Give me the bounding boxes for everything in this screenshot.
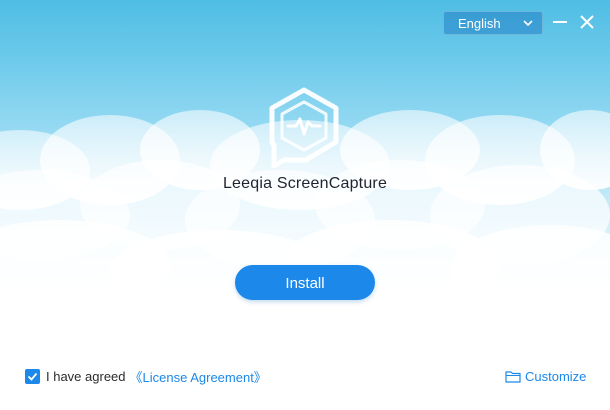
agreement-row: I have agreed 《License Agreement》 — [25, 367, 267, 386]
close-icon[interactable] — [577, 12, 597, 32]
agree-checkbox[interactable] — [25, 369, 40, 384]
footer-bar: I have agreed 《License Agreement》 Custom… — [0, 360, 610, 394]
install-button[interactable]: Install — [235, 265, 375, 300]
agree-text: I have agreed — [46, 369, 126, 384]
chevron-down-icon — [523, 20, 533, 27]
license-agreement-link[interactable]: 《License Agreement》 — [130, 367, 267, 386]
sky-banner: English — [0, 0, 610, 300]
language-value: English — [458, 16, 501, 31]
installer-window: English Leeqia ScreenCapture Install I h… — [0, 0, 610, 410]
checkmark-icon — [27, 372, 38, 381]
customize-button[interactable]: Customize — [505, 369, 586, 384]
language-select[interactable]: English — [443, 11, 543, 35]
folder-icon — [505, 371, 521, 383]
customize-label: Customize — [525, 369, 587, 384]
app-title: Leeqia ScreenCapture — [222, 175, 388, 192]
minimize-icon[interactable] — [550, 12, 570, 32]
app-logo-icon — [269, 87, 339, 169]
